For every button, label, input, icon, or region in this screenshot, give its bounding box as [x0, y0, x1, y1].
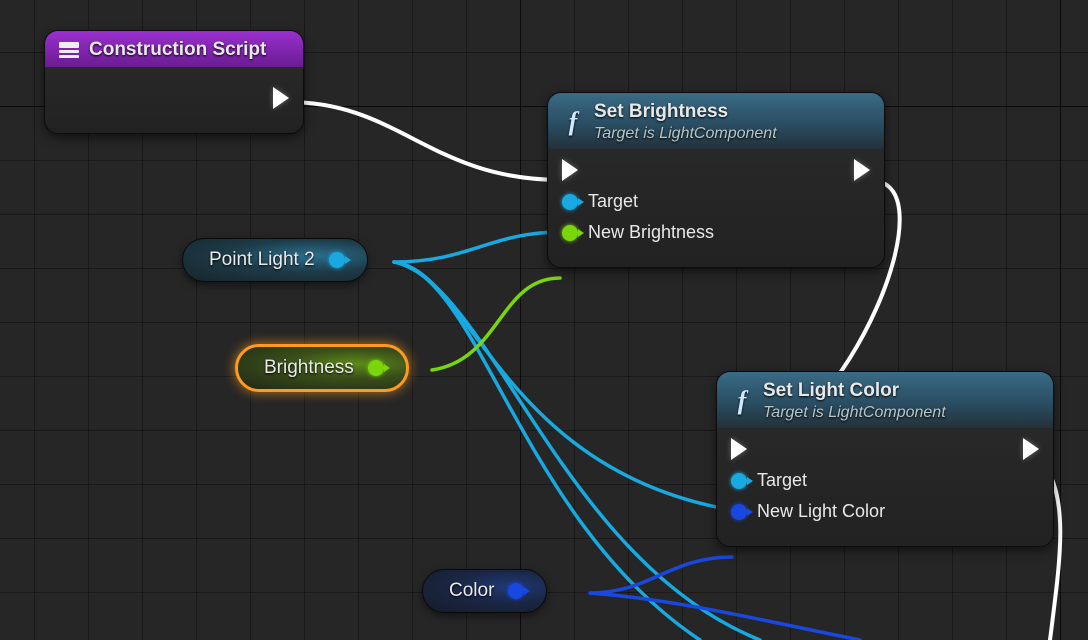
pin-new-brightness[interactable] — [562, 225, 578, 241]
pin-label: New Brightness — [588, 222, 714, 243]
variable-label: Brightness — [264, 357, 354, 379]
variable-output-pin[interactable] — [368, 360, 384, 376]
exec-output-pin[interactable] — [1023, 438, 1039, 460]
pin-label: New Light Color — [757, 501, 885, 522]
node-header[interactable]: Construction Script — [45, 31, 303, 67]
variable-point-light-2[interactable]: Point Light 2 — [182, 238, 368, 282]
function-icon: f — [562, 109, 584, 135]
pin-target[interactable] — [562, 194, 578, 210]
exec-input-pin[interactable] — [562, 159, 578, 181]
node-subtitle: Target is LightComponent — [763, 404, 946, 422]
node-set-light-color[interactable]: f Set Light Color Target is LightCompone… — [716, 371, 1054, 547]
node-header[interactable]: f Set Light Color Target is LightCompone… — [717, 372, 1053, 428]
pin-new-light-color[interactable] — [731, 504, 747, 520]
node-set-brightness[interactable]: f Set Brightness Target is LightComponen… — [547, 92, 885, 268]
node-title: Set Light Color — [763, 380, 946, 402]
function-icon: f — [731, 388, 753, 414]
variable-output-pin[interactable] — [329, 252, 345, 268]
event-icon — [59, 42, 79, 58]
exec-output-pin[interactable] — [273, 87, 289, 109]
variable-color[interactable]: Color — [422, 569, 547, 613]
variable-label: Color — [449, 580, 494, 602]
pin-label: Target — [757, 470, 807, 491]
exec-output-pin[interactable] — [854, 159, 870, 181]
node-subtitle: Target is LightComponent — [594, 125, 777, 143]
pin-label: Target — [588, 191, 638, 212]
variable-brightness[interactable]: Brightness — [235, 344, 409, 392]
node-construction-script[interactable]: Construction Script — [44, 30, 304, 134]
variable-output-pin[interactable] — [508, 583, 524, 599]
variable-label: Point Light 2 — [209, 249, 315, 271]
exec-input-pin[interactable] — [731, 438, 747, 460]
node-header[interactable]: f Set Brightness Target is LightComponen… — [548, 93, 884, 149]
node-title: Set Brightness — [594, 101, 777, 123]
node-title: Construction Script — [89, 39, 266, 61]
pin-target[interactable] — [731, 473, 747, 489]
